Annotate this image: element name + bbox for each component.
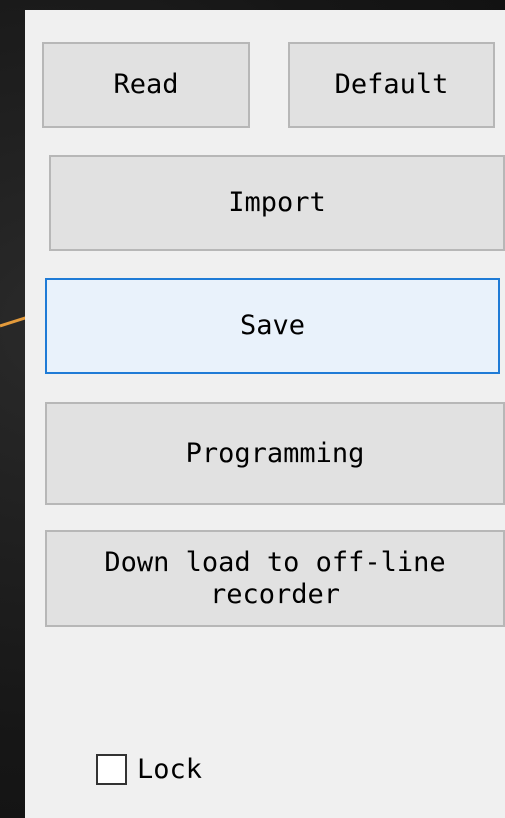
programming-button[interactable]: Programming bbox=[45, 402, 505, 505]
download-to-offline-recorder-button[interactable]: Down load to off-line recorder bbox=[45, 530, 505, 627]
save-button-label: Save bbox=[239, 310, 306, 342]
lock-checkbox-label[interactable]: Lock bbox=[137, 754, 202, 785]
import-button-label: Import bbox=[228, 187, 326, 219]
lock-checkbox[interactable] bbox=[96, 754, 127, 785]
download-button-label: Down load to off-line recorder bbox=[104, 546, 446, 610]
programming-button-label: Programming bbox=[185, 437, 365, 469]
lock-checkbox-row[interactable]: Lock bbox=[96, 754, 202, 785]
default-button-label: Default bbox=[334, 69, 449, 101]
read-button-label: Read bbox=[113, 69, 179, 101]
save-button[interactable]: Save bbox=[45, 278, 500, 374]
import-button[interactable]: Import bbox=[49, 155, 505, 251]
control-panel: Read Default Import Save Programming Dow… bbox=[25, 10, 505, 818]
read-button[interactable]: Read bbox=[42, 42, 250, 128]
default-button[interactable]: Default bbox=[288, 42, 495, 128]
